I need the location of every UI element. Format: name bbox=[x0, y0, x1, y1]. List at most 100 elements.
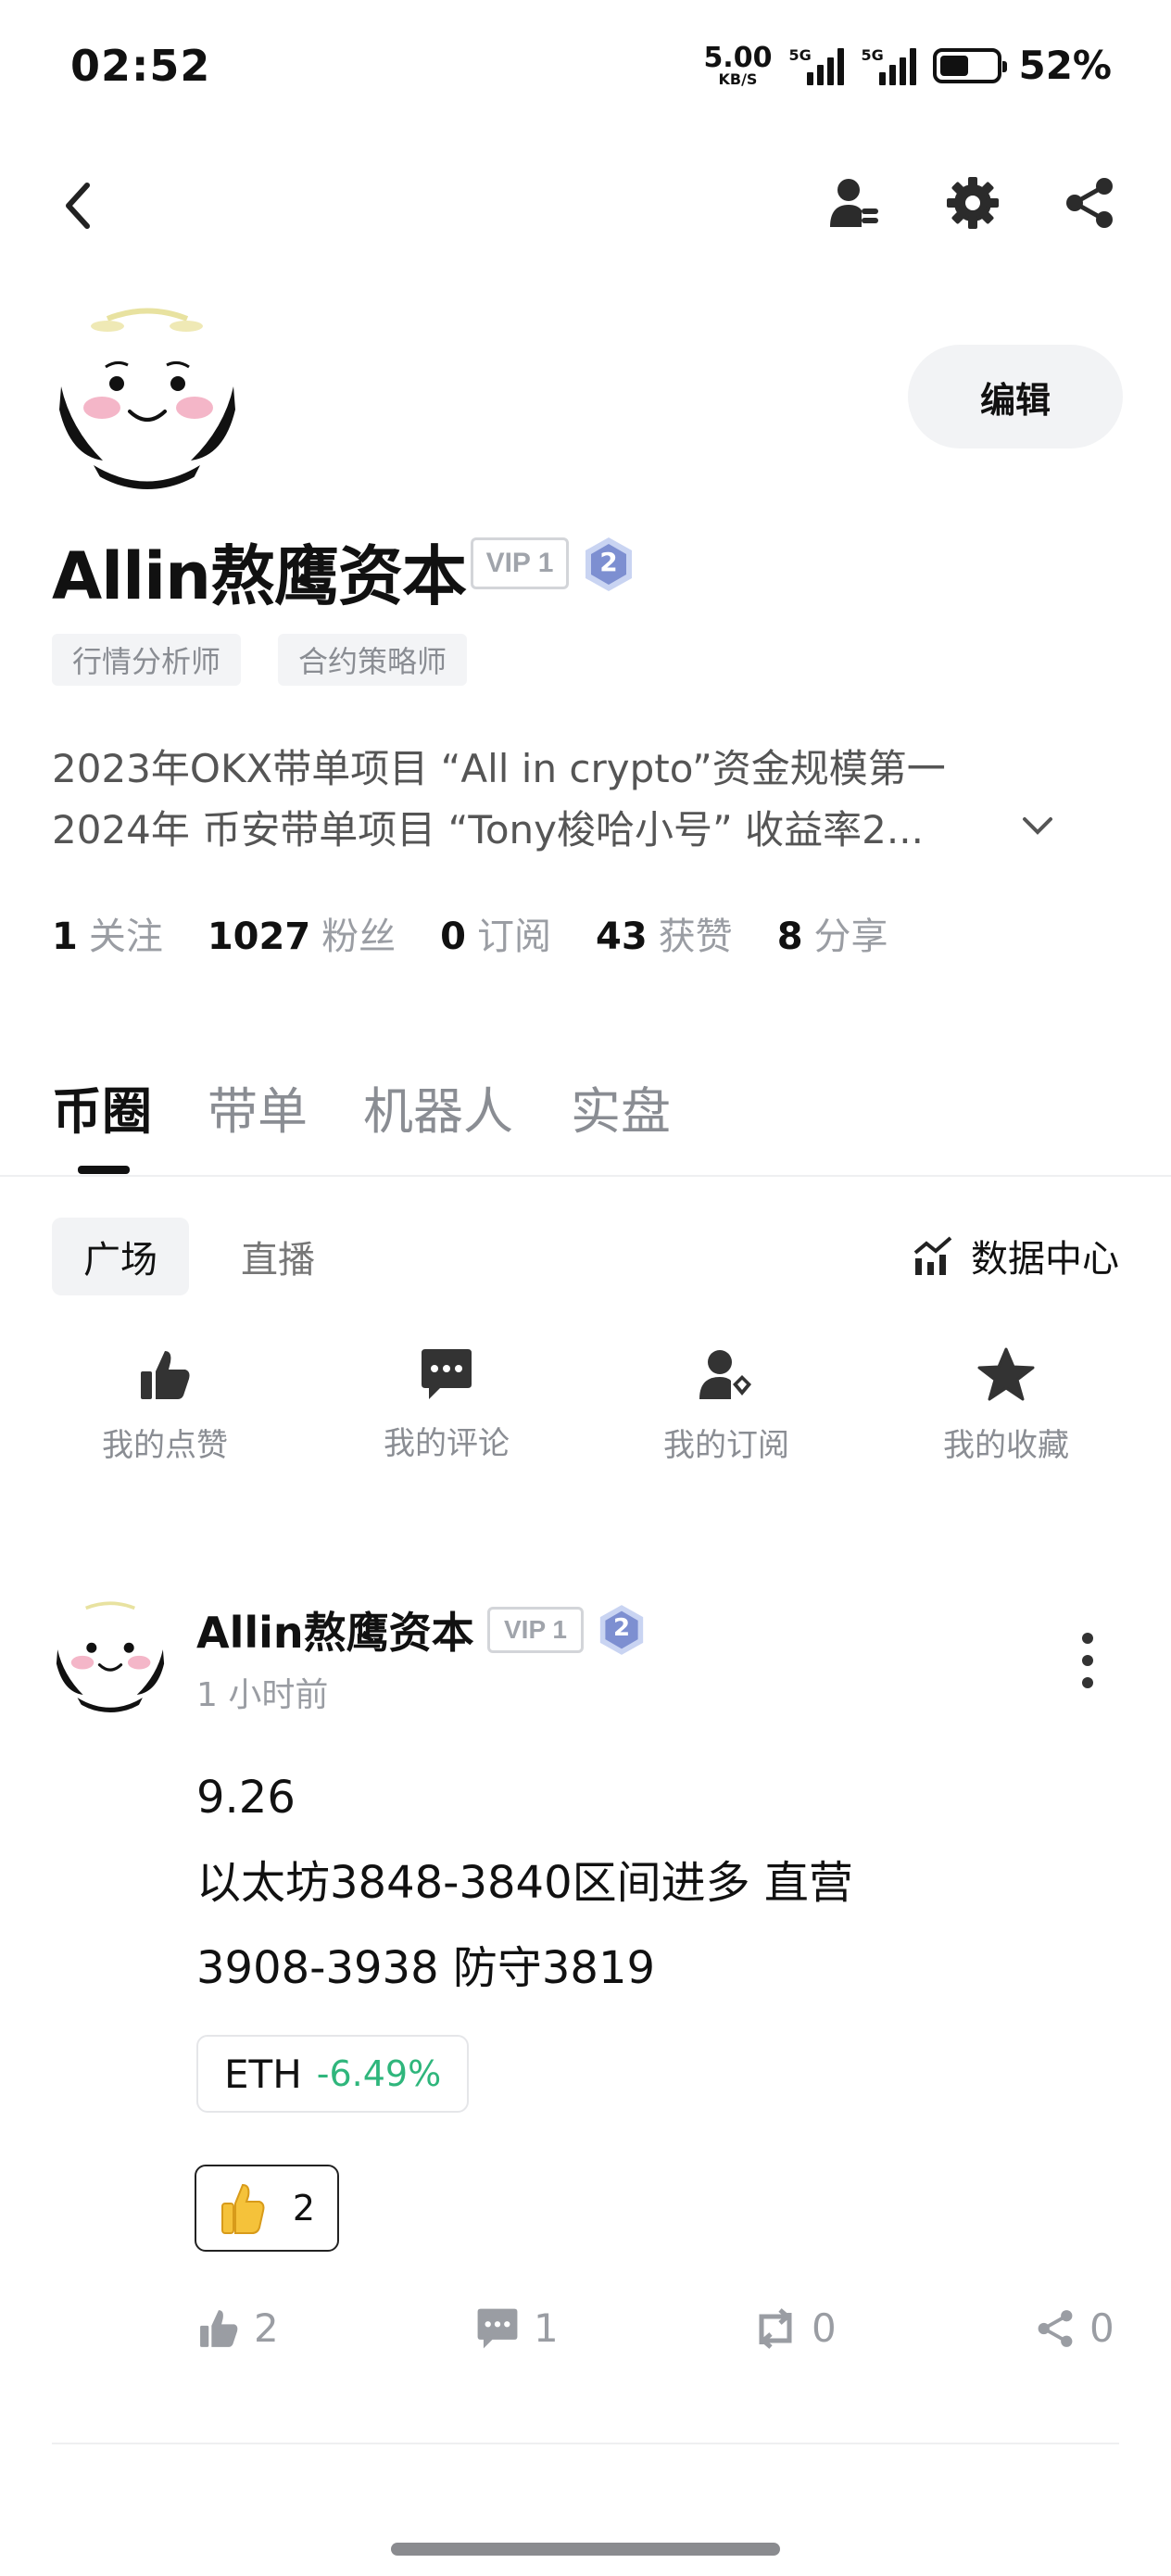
my-comments-button[interactable]: 我的评论 bbox=[335, 1347, 558, 1463]
home-indicator[interactable] bbox=[391, 2543, 780, 2556]
share-post-button[interactable]: 0 bbox=[1034, 2305, 1114, 2351]
stat-value: 43 bbox=[596, 915, 648, 958]
tab-coin-circle[interactable]: 币圈 bbox=[52, 1070, 152, 1143]
avatar-image bbox=[53, 1597, 168, 1712]
chart-icon bbox=[913, 1236, 952, 1275]
stat-label: 粉丝 bbox=[321, 915, 397, 958]
user-settings-icon bbox=[830, 179, 878, 227]
expand-bio-button[interactable] bbox=[1019, 812, 1056, 843]
thumbs-up-icon bbox=[200, 2309, 238, 2347]
quick-action-label: 我的订阅 bbox=[663, 1427, 789, 1464]
profile-name: Allin熬鹰资本 bbox=[52, 538, 467, 614]
coin-change: -6.49% bbox=[316, 2053, 442, 2094]
subtab-square[interactable]: 广场 bbox=[52, 1218, 189, 1295]
post-line: 以太坊3848-3840区间进多 直营 bbox=[196, 1857, 853, 1909]
chevron-down-icon bbox=[1023, 817, 1052, 835]
post-content: 9.26 以太坊3848-3840区间进多 直营 3908-3938 防守381… bbox=[196, 1755, 853, 2011]
tabs-divider bbox=[0, 1175, 1171, 1177]
data-center-label: 数据中心 bbox=[971, 1238, 1119, 1281]
thumbs-up-emoji-icon bbox=[220, 2183, 265, 2234]
more-vertical-icon bbox=[1082, 1633, 1093, 1688]
share-icon bbox=[1066, 178, 1113, 228]
comment-icon bbox=[477, 2308, 518, 2348]
back-button[interactable] bbox=[52, 176, 104, 235]
post-timestamp: 1 小时前 bbox=[196, 1676, 329, 1714]
status-indicators: 5.00 KB/S 5G 5G 52% bbox=[703, 43, 1112, 88]
tab-copy-trading[interactable]: 带单 bbox=[208, 1070, 308, 1143]
avatar-image bbox=[55, 301, 240, 489]
post-line: 3908-3938 防守3819 bbox=[196, 1942, 656, 1994]
vip-badge: VIP 1 bbox=[471, 537, 569, 589]
quick-action-label: 我的点赞 bbox=[102, 1427, 228, 1464]
emoji-reaction-chip[interactable]: 2 bbox=[195, 2165, 339, 2252]
repost-icon bbox=[759, 2307, 792, 2349]
avatar[interactable] bbox=[52, 298, 243, 489]
repost-count: 0 bbox=[812, 2305, 837, 2351]
quick-action-label: 我的收藏 bbox=[943, 1427, 1069, 1464]
data-center-button[interactable]: 数据中心 bbox=[912, 1229, 1119, 1282]
tag-analyst: 行情分析师 bbox=[52, 634, 242, 686]
tag-strategist: 合约策略师 bbox=[278, 634, 468, 686]
subtab-live[interactable]: 直播 bbox=[209, 1218, 346, 1295]
post-more-button[interactable] bbox=[1075, 1631, 1101, 1690]
stat-likes[interactable]: 43 获赞 bbox=[596, 906, 733, 960]
comment-button[interactable]: 1 bbox=[474, 2305, 559, 2351]
my-likes-button[interactable]: 我的点赞 bbox=[54, 1347, 276, 1465]
tab-bots[interactable]: 机器人 bbox=[363, 1070, 513, 1143]
edit-profile-button[interactable]: 编辑 bbox=[908, 345, 1123, 448]
back-icon bbox=[66, 183, 90, 229]
stat-followers[interactable]: 1027 粉丝 bbox=[208, 906, 396, 960]
like-count: 2 bbox=[254, 2305, 279, 2351]
quick-action-label: 我的评论 bbox=[384, 1425, 510, 1462]
tab-live-account[interactable]: 实盘 bbox=[571, 1070, 671, 1143]
stat-value: 0 bbox=[440, 915, 467, 958]
stat-label: 获赞 bbox=[658, 915, 733, 958]
stat-value: 1 bbox=[52, 915, 78, 958]
sim2-label: 5G bbox=[861, 45, 884, 64]
share-button[interactable] bbox=[1060, 172, 1119, 234]
coin-tag-eth[interactable]: ETH -6.49% bbox=[196, 2035, 470, 2113]
battery-icon bbox=[933, 47, 1008, 83]
post-divider bbox=[52, 2443, 1119, 2444]
gear-icon bbox=[947, 177, 999, 229]
comment-count: 1 bbox=[534, 2305, 559, 2351]
sim1-label: 5G bbox=[788, 45, 812, 64]
post-line: 9.26 bbox=[196, 1772, 296, 1824]
like-button[interactable]: 2 bbox=[196, 2305, 279, 2351]
comment-icon bbox=[422, 1349, 472, 1399]
signal-icon-2: 5G bbox=[861, 45, 917, 85]
share-icon bbox=[1038, 2309, 1073, 2347]
network-speed-value: 5.00 bbox=[703, 41, 773, 74]
star-icon bbox=[977, 1347, 1035, 1401]
thumbs-up-icon bbox=[141, 1351, 190, 1399]
coin-symbol: ETH bbox=[224, 2051, 302, 2097]
stat-value: 1027 bbox=[207, 915, 311, 958]
bio-line-1: 2023年OKX带单项目 “All in crypto”资金规模第一 bbox=[52, 746, 946, 791]
network-speed: 5.00 KB/S bbox=[703, 44, 772, 87]
stat-label: 订阅 bbox=[477, 915, 552, 958]
stat-shares[interactable]: 8 分享 bbox=[777, 906, 888, 960]
post-vip-badge: VIP 1 bbox=[487, 1607, 584, 1653]
level-number: 2 bbox=[612, 1614, 631, 1642]
stat-following[interactable]: 1 关注 bbox=[52, 906, 163, 960]
profile-stats: 1 关注 1027 粉丝 0 订阅 43 获赞 8 分享 bbox=[52, 906, 933, 960]
my-favorites-button[interactable]: 我的收藏 bbox=[895, 1347, 1117, 1465]
battery-percent: 52% bbox=[1018, 43, 1112, 88]
bio-line-2: 2024年 币安带单项目 “Tony梭哈小号” 收益率2... bbox=[52, 807, 924, 852]
user-settings-button[interactable] bbox=[826, 172, 882, 234]
my-subscriptions-button[interactable]: 我的订阅 bbox=[615, 1347, 837, 1465]
network-speed-unit: KB/S bbox=[718, 69, 758, 88]
post-author-avatar[interactable] bbox=[52, 1596, 169, 1712]
battery-fill bbox=[940, 55, 969, 76]
active-tab-indicator bbox=[78, 1166, 130, 1174]
share-count: 0 bbox=[1089, 2305, 1114, 2351]
stat-label: 关注 bbox=[88, 915, 163, 958]
stat-subscriptions[interactable]: 0 订阅 bbox=[440, 906, 551, 960]
settings-button[interactable] bbox=[943, 172, 1002, 234]
subscription-icon bbox=[699, 1350, 751, 1399]
post-author-name[interactable]: Allin熬鹰资本 bbox=[196, 1599, 474, 1661]
stat-label: 分享 bbox=[813, 915, 888, 958]
status-time: 02:52 bbox=[70, 41, 211, 91]
reaction-count: 2 bbox=[292, 2188, 316, 2229]
repost-button[interactable]: 0 bbox=[752, 2305, 837, 2351]
